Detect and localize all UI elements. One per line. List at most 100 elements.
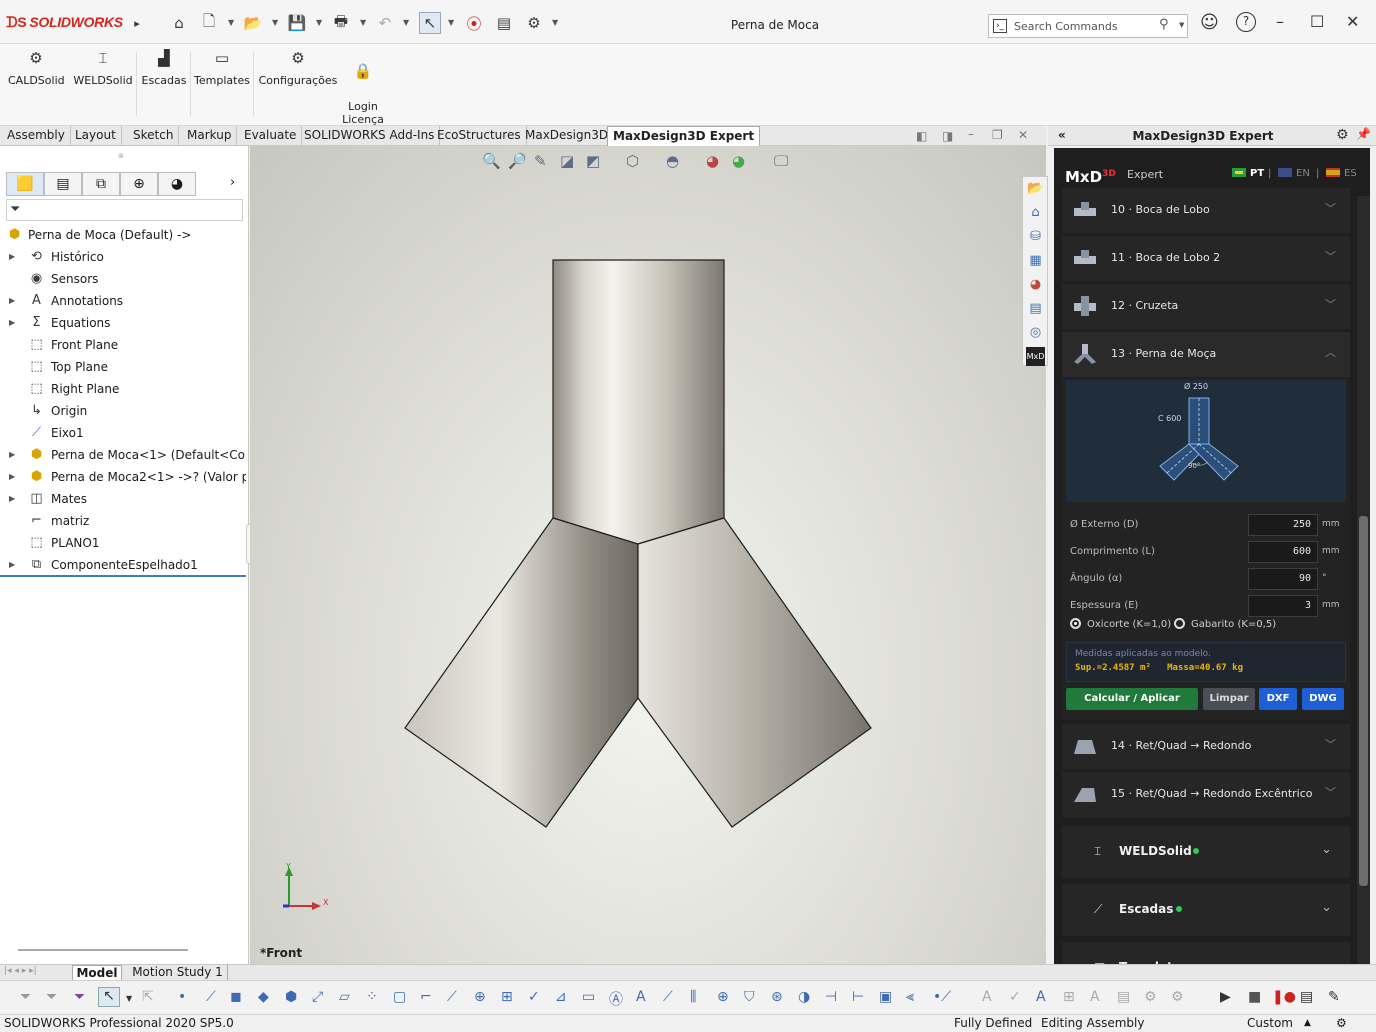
tree-item[interactable]: ⬚ Top Plane [0, 356, 246, 378]
filter-solid-bodies-icon[interactable]: ⬢ [285, 989, 297, 1005]
configuration-manager-tab-icon[interactable]: ⧉ [82, 172, 120, 196]
tree-item[interactable]: ▶ ⟲ Histórico [0, 246, 246, 268]
magnetic-line-icon[interactable]: ⊞ [1063, 989, 1075, 1005]
thickness-input[interactable]: 3 [1248, 595, 1318, 617]
expand-arrow-icon[interactable]: ▶ [9, 488, 15, 510]
expand-arrow-icon[interactable]: ▶ [9, 312, 15, 334]
calcular-aplicar-button[interactable]: Calcular / Aplicar [1066, 688, 1198, 710]
tab-solidworks-addins[interactable]: SOLIDWORKS Add-Ins [299, 126, 441, 146]
open-folder-tab-icon[interactable]: 📂 [1026, 179, 1045, 198]
chevron-down-icon[interactable]: ﹀ [1325, 784, 1336, 800]
selection-filter-icon[interactable]: ⏷ [20, 989, 31, 1005]
radio-gabarito[interactable]: Gabarito (K=0,5) [1174, 618, 1276, 630]
chevron-up-icon[interactable]: ︿ [1325, 344, 1336, 360]
tree-item[interactable]: ▶ Σ Equations [0, 312, 246, 334]
item-cruzeta[interactable]: 12 · Cruzeta ﹀ [1062, 284, 1350, 330]
units-dropdown-icon[interactable]: ▲ [1304, 1018, 1311, 1028]
viewport-close-icon[interactable]: ✕ [1018, 128, 1028, 142]
filter-sketch-icon[interactable]: ▣ [879, 989, 892, 1005]
tree-filter-input[interactable]: ⏷ [6, 199, 243, 221]
custom-properties-icon[interactable]: ▤ [1026, 299, 1045, 318]
text-note-icon[interactable]: A [982, 989, 992, 1005]
filter-weld-symbols-icon[interactable]: A [636, 989, 646, 1005]
new-document-icon[interactable]: 🗋 [200, 12, 218, 32]
filter-connection-points-icon[interactable]: ⊛ [771, 989, 783, 1005]
filter-cosmetic-threads-icon[interactable]: ⫼ [690, 989, 696, 1005]
chevron-down-icon[interactable]: ﹀ [1325, 296, 1336, 312]
record-macro-icon[interactable]: ❚● [1272, 989, 1296, 1005]
select-other-icon[interactable]: ⇱ [142, 989, 154, 1005]
chevron-down-icon[interactable]: ⌄ [1321, 842, 1332, 857]
tab-evaluate[interactable]: Evaluate [239, 126, 303, 146]
filter-surface-finish-icon[interactable]: ✓ [528, 989, 540, 1005]
chevron-down-icon[interactable]: ﹀ [1325, 248, 1336, 264]
solidworks-resources-icon[interactable]: ◎ [1026, 323, 1045, 342]
revision-symbol-icon[interactable]: A [1090, 989, 1100, 1005]
dimxpert-tab-icon[interactable]: ⊕ [120, 172, 158, 196]
filter-geometric-tolerance-icon[interactable]: ⊿ [555, 989, 567, 1005]
filter-dimensions-icon[interactable]: ⊞ [501, 989, 513, 1005]
stop-macro-icon[interactable]: ■ [1248, 989, 1261, 1005]
auto-balloon-icon[interactable]: A [1036, 989, 1046, 1005]
appearances-icon[interactable]: ◕ [1026, 275, 1045, 294]
view-next-icon[interactable]: ◨ [942, 129, 953, 143]
tree-item[interactable]: ↳ Origin [0, 400, 246, 422]
tree-item[interactable]: ▶ ⬢ Perna de Moca2<1> ->? (Valor prede [0, 466, 246, 488]
expand-arrow-icon[interactable]: ▶ [9, 554, 15, 576]
tab-markup[interactable]: Markup [182, 126, 238, 146]
tree-item[interactable]: ▶ A Annotations [0, 290, 246, 312]
save-dropdown-icon[interactable]: ▼ [316, 18, 322, 27]
area-hatch-icon[interactable]: ▤ [1117, 989, 1130, 1005]
maxdesign3d-tab-icon[interactable]: MxD [1026, 347, 1045, 366]
filter-notes-icon[interactable]: ▭ [582, 989, 595, 1005]
select-arrow-icon[interactable]: ↖ [419, 12, 441, 34]
options-gear-icon[interactable]: ⚙ [525, 14, 543, 32]
tab-model[interactable]: Model [72, 965, 122, 981]
tree-item[interactable]: ▶ ⧉ ComponenteEspelhado1 [0, 554, 246, 576]
item-ret-quad-redondo[interactable]: 14 · Ret/Quad → Redondo ﹀ [1062, 724, 1350, 770]
viewport-restore-icon[interactable]: ❐ [992, 128, 1003, 142]
filter-mid-surface-icon[interactable]: ⊣ [825, 989, 837, 1005]
tree-item[interactable]: ⬚ PLANO1 [0, 532, 246, 554]
hole-callout-icon[interactable]: ⚙ [1171, 989, 1184, 1005]
expand-arrow-icon[interactable]: ▶ [9, 466, 15, 488]
filter-all-icon[interactable]: •⟋ [933, 989, 951, 1005]
tree-item[interactable]: ⬚ Front Plane [0, 334, 246, 356]
file-properties-icon[interactable]: ▤ [495, 14, 513, 32]
tree-root-assembly[interactable]: ⬢ Perna de Moca (Default) -> [0, 224, 246, 246]
help-icon[interactable]: ? [1236, 12, 1256, 32]
new-macro-icon[interactable]: ▤ [1300, 989, 1313, 1005]
filter-midpoints-icon[interactable]: ⌐ [420, 989, 432, 1005]
save-icon[interactable]: 💾 [288, 14, 307, 32]
tree-item[interactable]: ⬚ Right Plane [0, 378, 246, 400]
filter-sketch-segments-icon[interactable]: ▢ [393, 989, 406, 1005]
home-icon[interactable]: ⌂ [170, 14, 188, 32]
tab-assembly[interactable]: Assembly [2, 126, 71, 146]
filter-blocks-icon[interactable]: ⊕ [717, 989, 729, 1005]
left-branch-pipe[interactable] [404, 517, 639, 828]
viewport-minimize-icon[interactable]: – [968, 127, 974, 141]
length-input[interactable]: 600 [1248, 541, 1318, 563]
search-icon[interactable]: ⚲ [1159, 17, 1169, 32]
caldsolid-button[interactable]: ⚙ CALDSolid [8, 51, 65, 88]
login-licenca-button[interactable]: 🔒 Login Licença [338, 52, 388, 127]
tab-scroll-arrows-icon[interactable]: |◂ ◂ ▸ ▸| [4, 966, 37, 976]
edit-macro-icon[interactable]: ✎ [1328, 989, 1340, 1005]
tree-item[interactable]: ⟋ Eixo1 [0, 422, 246, 444]
tab-layout[interactable]: Layout [70, 126, 122, 146]
dwg-button[interactable]: DWG [1302, 688, 1344, 710]
expand-arrow-icon[interactable]: ▶ [9, 246, 15, 268]
section-escadas[interactable]: ⟋ Escadas ⌄ [1062, 884, 1350, 936]
filter-datum-features-icon[interactable]: Ⓐ [609, 989, 623, 1009]
filter-axes-icon[interactable]: ⤢ [312, 989, 323, 1005]
filter-sketch-points-icon[interactable]: ⁘ [366, 989, 378, 1005]
open-folder-icon[interactable]: 📂 [244, 14, 263, 32]
item-ret-quad-redondo-excentrico[interactable]: 15 · Ret/Quad → Redondo Excêntrico ﹀ [1062, 772, 1350, 818]
close-icon[interactable]: ✕ [1346, 12, 1359, 31]
filter-vertices-icon[interactable]: • [178, 989, 186, 1005]
filter-icon[interactable]: ⏷ [10, 202, 20, 217]
filter-weld-beads-icon[interactable]: ⊢ [852, 989, 864, 1005]
filter-center-marks-icon[interactable]: ⟋ [447, 989, 457, 1005]
filter-centerline-icon[interactable]: ⊕ [474, 989, 486, 1005]
expand-arrow-icon[interactable]: ▶ [9, 444, 15, 466]
